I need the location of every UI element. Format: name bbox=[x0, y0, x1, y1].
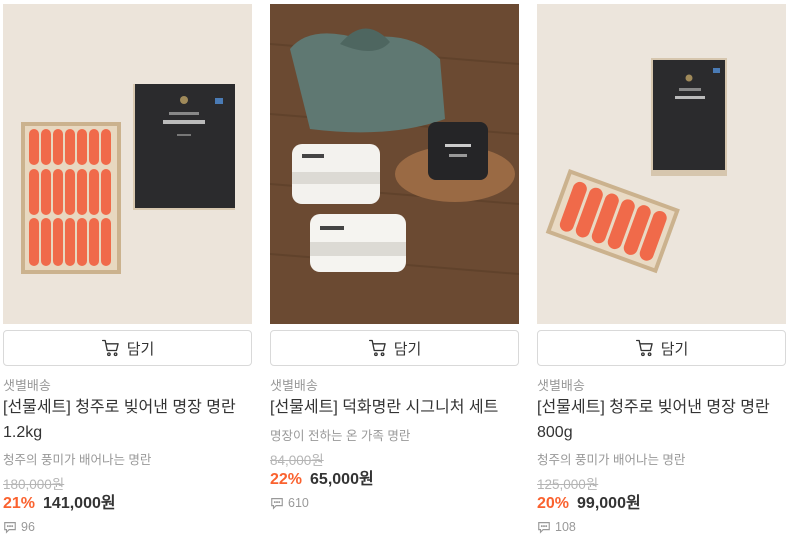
discount-rate: 21% bbox=[3, 495, 36, 512]
delivery-type: 샛별배송 bbox=[3, 378, 51, 393]
product-title[interactable]: [선물세트] 청주로 빚어낸 명장 명란 1.2kg bbox=[3, 395, 252, 445]
cart-icon bbox=[635, 339, 653, 357]
cart-icon bbox=[101, 339, 119, 357]
product-image[interactable] bbox=[270, 4, 519, 324]
review-count-value: 610 bbox=[288, 496, 309, 510]
add-to-cart-label: 담기 bbox=[660, 340, 689, 358]
speech-bubble-icon bbox=[538, 522, 550, 534]
speech-bubble-icon bbox=[4, 522, 16, 534]
product-card[interactable]: 담기 샛별배송 [선물세트] 청주로 빚어낸 명장 명란 1.2kg 청주의 풍… bbox=[3, 0, 252, 543]
product-image[interactable] bbox=[3, 4, 252, 324]
sale-price: 65,000원 bbox=[310, 471, 374, 488]
price-row: 21% 141,000원 bbox=[3, 489, 116, 513]
delivery-type: 샛별배송 bbox=[270, 378, 318, 393]
review-count: 610 bbox=[270, 496, 309, 510]
discount-rate: 22% bbox=[270, 471, 303, 488]
product-subtitle: 청주의 풍미가 배어나는 명란 bbox=[3, 453, 152, 467]
product-card[interactable]: 담기 샛별배송 [선물세트] 덕화명란 시그니처 세트 명장이 전하는 온 가족… bbox=[270, 0, 519, 543]
product-title[interactable]: [선물세트] 덕화명란 시그니처 세트 bbox=[270, 395, 519, 420]
add-to-cart-label: 담기 bbox=[126, 340, 155, 358]
product-title[interactable]: [선물세트] 청주로 빚어낸 명장 명란 800g bbox=[537, 395, 786, 445]
add-to-cart-label: 담기 bbox=[393, 340, 422, 358]
sale-price: 99,000원 bbox=[577, 495, 641, 512]
price-row: 22% 65,000원 bbox=[270, 465, 374, 489]
sale-price: 141,000원 bbox=[43, 495, 116, 512]
add-to-cart-button[interactable]: 담기 bbox=[270, 330, 519, 366]
discount-rate: 20% bbox=[537, 495, 570, 512]
product-card[interactable]: 담기 샛별배송 [선물세트] 청주로 빚어낸 명장 명란 800g 청주의 풍미… bbox=[537, 0, 786, 543]
review-count-value: 96 bbox=[21, 520, 35, 534]
speech-bubble-icon bbox=[271, 498, 283, 510]
add-to-cart-button[interactable]: 담기 bbox=[3, 330, 252, 366]
review-count: 96 bbox=[3, 520, 35, 534]
product-subtitle: 명장이 전하는 온 가족 명란 bbox=[270, 429, 411, 443]
product-image[interactable] bbox=[537, 4, 786, 324]
review-count-value: 108 bbox=[555, 520, 576, 534]
product-subtitle: 청주의 풍미가 배어나는 명란 bbox=[537, 453, 686, 467]
review-count: 108 bbox=[537, 520, 576, 534]
cart-icon bbox=[368, 339, 386, 357]
delivery-type: 샛별배송 bbox=[537, 378, 585, 393]
price-row: 20% 99,000원 bbox=[537, 489, 641, 513]
add-to-cart-button[interactable]: 담기 bbox=[537, 330, 786, 366]
